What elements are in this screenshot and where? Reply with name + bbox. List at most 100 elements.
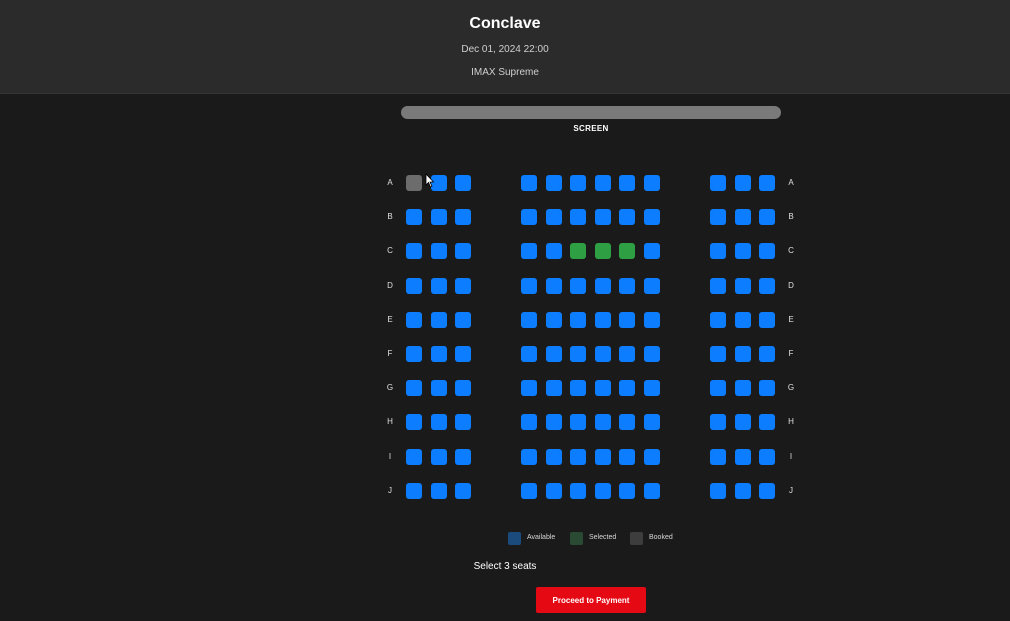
seat-f7[interactable] [595, 346, 611, 362]
seat-j3[interactable] [455, 483, 471, 499]
seat-h10[interactable] [710, 414, 726, 430]
seat-i6[interactable] [570, 449, 586, 465]
seat-g2[interactable] [431, 380, 447, 396]
seat-h4[interactable] [521, 414, 537, 430]
seat-b10[interactable] [710, 209, 726, 225]
seat-j1[interactable] [406, 483, 422, 499]
seat-g12[interactable] [759, 380, 775, 396]
seat-g8[interactable] [619, 380, 635, 396]
seat-g10[interactable] [710, 380, 726, 396]
seat-i1[interactable] [406, 449, 422, 465]
seat-d12[interactable] [759, 278, 775, 294]
seat-a10[interactable] [710, 175, 726, 191]
seat-c6[interactable] [570, 243, 586, 259]
seat-c11[interactable] [735, 243, 751, 259]
seat-a8[interactable] [619, 175, 635, 191]
seat-d1[interactable] [406, 278, 422, 294]
seat-b1[interactable] [406, 209, 422, 225]
seat-e3[interactable] [455, 312, 471, 328]
seat-h8[interactable] [619, 414, 635, 430]
seat-c7[interactable] [595, 243, 611, 259]
seat-j11[interactable] [735, 483, 751, 499]
seat-h2[interactable] [431, 414, 447, 430]
seat-b6[interactable] [570, 209, 586, 225]
seat-b4[interactable] [521, 209, 537, 225]
seat-e12[interactable] [759, 312, 775, 328]
seat-i7[interactable] [595, 449, 611, 465]
seat-a3[interactable] [455, 175, 471, 191]
seat-d5[interactable] [546, 278, 562, 294]
seat-f12[interactable] [759, 346, 775, 362]
seat-d4[interactable] [521, 278, 537, 294]
seat-b7[interactable] [595, 209, 611, 225]
seat-b5[interactable] [546, 209, 562, 225]
seat-b12[interactable] [759, 209, 775, 225]
seat-j12[interactable] [759, 483, 775, 499]
seat-e10[interactable] [710, 312, 726, 328]
seat-i9[interactable] [644, 449, 660, 465]
seat-i10[interactable] [710, 449, 726, 465]
seat-h9[interactable] [644, 414, 660, 430]
seat-a12[interactable] [759, 175, 775, 191]
seat-j5[interactable] [546, 483, 562, 499]
seat-f3[interactable] [455, 346, 471, 362]
seat-b2[interactable] [431, 209, 447, 225]
seat-a11[interactable] [735, 175, 751, 191]
seat-b3[interactable] [455, 209, 471, 225]
seat-d10[interactable] [710, 278, 726, 294]
seat-d11[interactable] [735, 278, 751, 294]
seat-f4[interactable] [521, 346, 537, 362]
seat-h5[interactable] [546, 414, 562, 430]
seat-c10[interactable] [710, 243, 726, 259]
seat-d6[interactable] [570, 278, 586, 294]
seat-i8[interactable] [619, 449, 635, 465]
proceed-to-payment-button[interactable]: Proceed to Payment [536, 587, 646, 613]
seat-c1[interactable] [406, 243, 422, 259]
seat-f6[interactable] [570, 346, 586, 362]
seat-h3[interactable] [455, 414, 471, 430]
seat-g7[interactable] [595, 380, 611, 396]
seat-j2[interactable] [431, 483, 447, 499]
seat-h6[interactable] [570, 414, 586, 430]
seat-f2[interactable] [431, 346, 447, 362]
seat-i4[interactable] [521, 449, 537, 465]
seat-g5[interactable] [546, 380, 562, 396]
seat-e7[interactable] [595, 312, 611, 328]
seat-g11[interactable] [735, 380, 751, 396]
seat-h1[interactable] [406, 414, 422, 430]
seat-c2[interactable] [431, 243, 447, 259]
seat-c9[interactable] [644, 243, 660, 259]
seat-a4[interactable] [521, 175, 537, 191]
seat-c4[interactable] [521, 243, 537, 259]
seat-a6[interactable] [570, 175, 586, 191]
seat-c5[interactable] [546, 243, 562, 259]
seat-i2[interactable] [431, 449, 447, 465]
seat-e8[interactable] [619, 312, 635, 328]
seat-f11[interactable] [735, 346, 751, 362]
seat-e9[interactable] [644, 312, 660, 328]
seat-i5[interactable] [546, 449, 562, 465]
seat-e6[interactable] [570, 312, 586, 328]
seat-g1[interactable] [406, 380, 422, 396]
seat-c3[interactable] [455, 243, 471, 259]
seat-j8[interactable] [619, 483, 635, 499]
seat-h7[interactable] [595, 414, 611, 430]
seat-a7[interactable] [595, 175, 611, 191]
seat-d9[interactable] [644, 278, 660, 294]
seat-h12[interactable] [759, 414, 775, 430]
seat-f8[interactable] [619, 346, 635, 362]
seat-i3[interactable] [455, 449, 471, 465]
seat-b9[interactable] [644, 209, 660, 225]
seat-j7[interactable] [595, 483, 611, 499]
seat-d2[interactable] [431, 278, 447, 294]
seat-i12[interactable] [759, 449, 775, 465]
seat-j6[interactable] [570, 483, 586, 499]
seat-j10[interactable] [710, 483, 726, 499]
seat-d8[interactable] [619, 278, 635, 294]
seat-b11[interactable] [735, 209, 751, 225]
seat-e2[interactable] [431, 312, 447, 328]
seat-f1[interactable] [406, 346, 422, 362]
seat-i11[interactable] [735, 449, 751, 465]
seat-j4[interactable] [521, 483, 537, 499]
seat-f9[interactable] [644, 346, 660, 362]
